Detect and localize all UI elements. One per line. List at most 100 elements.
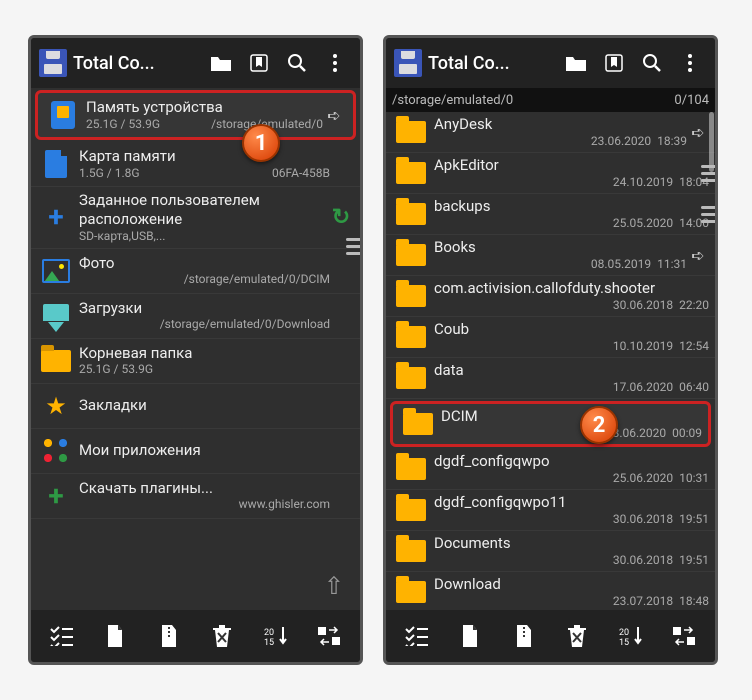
menu-icon[interactable] xyxy=(673,43,707,83)
menu-icon[interactable] xyxy=(318,43,352,83)
folder-icon xyxy=(396,162,426,184)
item-bookmarks[interactable]: ★ Закладки xyxy=(31,384,360,429)
step-2-badge: 2 xyxy=(580,406,618,444)
search-icon[interactable] xyxy=(280,43,314,83)
folder-row[interactable]: Coub 10.10.2019 12:54 xyxy=(386,317,715,358)
apps-icon xyxy=(43,438,69,464)
enter-arrow-icon[interactable]: ➪ xyxy=(323,106,345,125)
add-icon: + xyxy=(48,203,63,231)
svg-text:15: 15 xyxy=(619,638,629,647)
item-photos[interactable]: Фото /storage/emulated/0/DCIM xyxy=(31,249,360,294)
bookmark-icon[interactable] xyxy=(597,43,631,83)
folder-meta: 25.06.2020 10:31 xyxy=(607,471,709,486)
zip-icon[interactable] xyxy=(503,615,545,657)
folder-icon xyxy=(396,581,426,603)
item-root-folder[interactable]: Корневая папка 25.1G / 53.9G xyxy=(31,339,360,384)
path-bar[interactable]: /storage/emulated/0 0/104 xyxy=(386,88,715,112)
folder-icon xyxy=(396,326,426,348)
sd-card-icon xyxy=(45,150,67,178)
item-downloads[interactable]: Загрузки /storage/emulated/0/Download xyxy=(31,294,360,339)
new-folder-icon[interactable] xyxy=(204,43,238,83)
folder-icon xyxy=(41,350,71,372)
folder-row[interactable]: backups 25.05.2020 14:00 xyxy=(386,194,715,235)
folder-meta: 17.06.2020 06:40 xyxy=(607,380,709,395)
folder-row[interactable]: dgdf_configqwpo 25.06.2020 10:31 xyxy=(386,449,715,490)
folder-name: backups xyxy=(434,197,709,216)
folder-icon xyxy=(396,285,426,307)
copy-icon[interactable] xyxy=(94,615,136,657)
folder-name: dgdf_configqwpo11 xyxy=(434,493,709,512)
folder-icon xyxy=(396,540,426,562)
folder-icon xyxy=(396,121,426,143)
folder-row[interactable]: ApkEditor 24.10.2019 18:04 xyxy=(386,153,715,194)
select-icon[interactable] xyxy=(41,615,83,657)
folder-name: data xyxy=(434,361,709,380)
transfer-icon[interactable] xyxy=(308,615,350,657)
folder-icon xyxy=(396,499,426,521)
copy-icon[interactable] xyxy=(449,615,491,657)
app-icon xyxy=(394,49,422,77)
folder-meta: 30.06.2018 19:51 xyxy=(607,512,709,527)
drag-handle-icon[interactable] xyxy=(701,160,715,186)
search-icon[interactable] xyxy=(635,43,669,83)
folder-icon xyxy=(396,367,426,389)
delete-icon[interactable] xyxy=(201,615,243,657)
step-1-badge: 1 xyxy=(242,124,280,162)
new-folder-icon[interactable] xyxy=(559,43,593,83)
folder-meta: 24.10.2019 18:04 xyxy=(607,175,709,190)
folder-row[interactable]: Download 23.07.2018 18:48 xyxy=(386,572,715,610)
photo-icon xyxy=(42,259,70,283)
folder-name: dgdf_configqwpo xyxy=(434,452,709,471)
sort-icon[interactable]: 2015 xyxy=(610,615,652,657)
enter-arrow-icon[interactable]: ➪ xyxy=(687,246,709,265)
item-device-memory[interactable]: Память устройства 25.1G / 53.9G/storage/… xyxy=(35,90,356,140)
scroll-up-icon[interactable]: ⇧ xyxy=(324,572,344,600)
folder-icon xyxy=(396,458,426,480)
app-title: Total Co... xyxy=(73,53,198,74)
bottom-toolbar: 2015 xyxy=(31,610,360,662)
folder-meta: 23.06.2020 18:39 xyxy=(585,134,687,149)
left-panel: Total Co... Память устройства 25.1G / 53… xyxy=(28,35,363,665)
folder-name: com.activision.callofduty.shooter xyxy=(434,279,709,298)
folder-name: Download xyxy=(434,575,709,594)
download-icon xyxy=(43,304,69,328)
folder-meta: 30.06.2018 19:51 xyxy=(607,553,709,568)
folder-icon xyxy=(396,203,426,225)
toolbar: Total Co... xyxy=(31,38,360,88)
folder-name: Documents xyxy=(434,534,709,553)
folder-row[interactable]: AnyDesk 23.06.2020 18:39➪ xyxy=(386,112,715,153)
item-apps[interactable]: Мои приложения xyxy=(31,429,360,474)
folder-meta: 25.05.2020 14:00 xyxy=(607,216,709,231)
item-user-location[interactable]: + Заданное пользователем расположение SD… xyxy=(31,187,360,249)
file-list: AnyDesk 23.06.2020 18:39➪ApkEditor 24.10… xyxy=(386,112,715,610)
folder-row[interactable]: Books 08.05.2019 11:31➪ xyxy=(386,235,715,276)
folder-icon xyxy=(396,244,426,266)
zip-icon[interactable] xyxy=(148,615,190,657)
app-icon xyxy=(39,49,67,77)
svg-text:20: 20 xyxy=(619,628,629,638)
svg-text:20: 20 xyxy=(264,628,274,638)
folder-row[interactable]: com.activision.callofduty.shooter 30.06.… xyxy=(386,276,715,317)
folder-name: DCIM xyxy=(441,407,702,426)
sort-icon[interactable]: 2015 xyxy=(255,615,297,657)
svg-text:15: 15 xyxy=(264,638,274,647)
transfer-icon[interactable] xyxy=(663,615,705,657)
folder-name: Coub xyxy=(434,320,709,339)
refresh-icon[interactable]: ↻ xyxy=(332,205,350,230)
folder-row[interactable]: Documents 30.06.2018 19:51 xyxy=(386,531,715,572)
item-sd-card[interactable]: Карта памяти 1.5G / 1.8G06FA-458B 1 xyxy=(31,142,360,187)
drag-handle-icon[interactable] xyxy=(701,201,715,227)
folder-meta: 08.05.2019 11:31 xyxy=(585,257,687,272)
toolbar: Total Co... xyxy=(386,38,715,88)
select-icon[interactable] xyxy=(396,615,438,657)
folder-row[interactable]: data 17.06.2020 06:40 xyxy=(386,358,715,399)
enter-arrow-icon[interactable]: ➪ xyxy=(687,123,709,142)
folder-meta: 30.06.2018 22:20 xyxy=(607,298,709,313)
folder-row[interactable]: dgdf_configqwpo11 30.06.2018 19:51 xyxy=(386,490,715,531)
bookmark-icon[interactable] xyxy=(242,43,276,83)
delete-icon[interactable] xyxy=(556,615,598,657)
item-plugins[interactable]: + Скачать плагины... www.ghisler.com xyxy=(31,474,360,519)
home-list: Память устройства 25.1G / 53.9G/storage/… xyxy=(31,88,360,610)
folder-row[interactable]: DCIM 23.06.2020 00:092 xyxy=(390,401,711,447)
bottom-toolbar: 2015 xyxy=(386,610,715,662)
